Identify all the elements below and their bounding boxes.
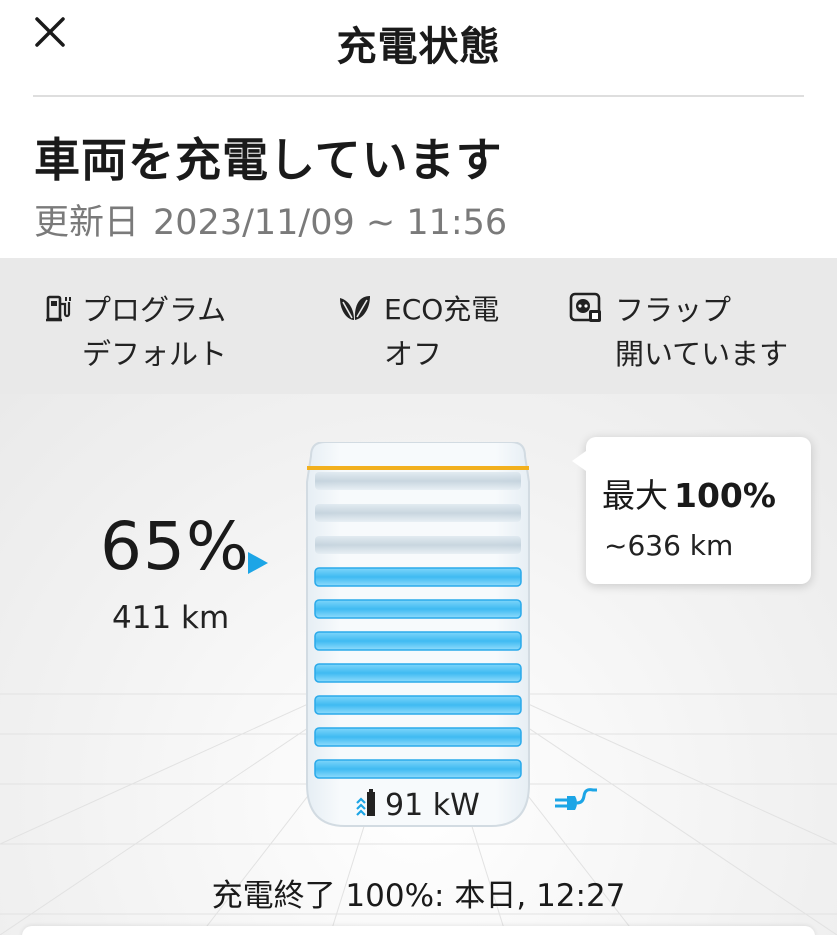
battery-bar-filled	[314, 567, 522, 587]
header-divider	[33, 95, 804, 97]
bottom-card	[22, 926, 815, 935]
charging-status-title: 車両を充電しています	[34, 133, 503, 187]
charging-power-value: 91 kW	[385, 788, 480, 823]
charging-info-bar: プログラム デフォルト ECO充電 オフ フラップ 開いています	[0, 258, 837, 394]
max-range: ~636 km	[604, 529, 734, 562]
charge-end-time: 充電終了 100%: 本日, 12:27	[211, 878, 626, 914]
leaf-icon	[338, 292, 372, 336]
battery-graphic	[306, 442, 530, 827]
battery-bar-filled	[314, 695, 522, 715]
info-program-label: プログラム	[82, 293, 227, 327]
battery-bar-filled	[314, 599, 522, 619]
charging-power-icon	[355, 789, 377, 827]
info-eco-value: オフ	[384, 337, 443, 371]
battery-bar-empty	[315, 504, 521, 522]
max-value: 100%	[674, 476, 776, 515]
max-charge-row: 最大 100%	[602, 469, 776, 517]
battery-bar-filled	[314, 759, 522, 779]
battery-bar-empty	[315, 536, 521, 554]
info-flap-label: フラップ	[615, 293, 732, 327]
info-eco-label: ECO充電	[384, 293, 500, 326]
battery-bar-filled	[314, 631, 522, 651]
info-program-value: デフォルト	[82, 337, 228, 371]
updated-label: 更新日	[34, 203, 140, 243]
battery-range: 411 km	[112, 600, 230, 636]
info-flap-value: 開いています	[615, 337, 789, 371]
charge-flap-icon	[569, 292, 603, 336]
header: 充電状態	[0, 0, 837, 97]
battery-bar-filled	[314, 727, 522, 747]
updated-timestamp: 更新日 2023/11/09 ~ 11:56	[34, 194, 507, 245]
level-pointer-icon	[248, 552, 268, 574]
updated-value: 2023/11/09 ~ 11:56	[153, 203, 508, 243]
battery-bar-filled	[314, 663, 522, 683]
max-label: 最大	[602, 476, 668, 515]
max-charge-tooltip: 最大 100% ~636 km	[572, 437, 811, 584]
charging-station-icon	[46, 292, 72, 336]
charging-power: 91 kW	[355, 788, 480, 827]
battery-percent: 65%	[100, 508, 250, 585]
battery-bar-empty	[315, 472, 521, 490]
page-title: 充電状態	[336, 24, 501, 70]
plug-icon	[555, 788, 597, 810]
